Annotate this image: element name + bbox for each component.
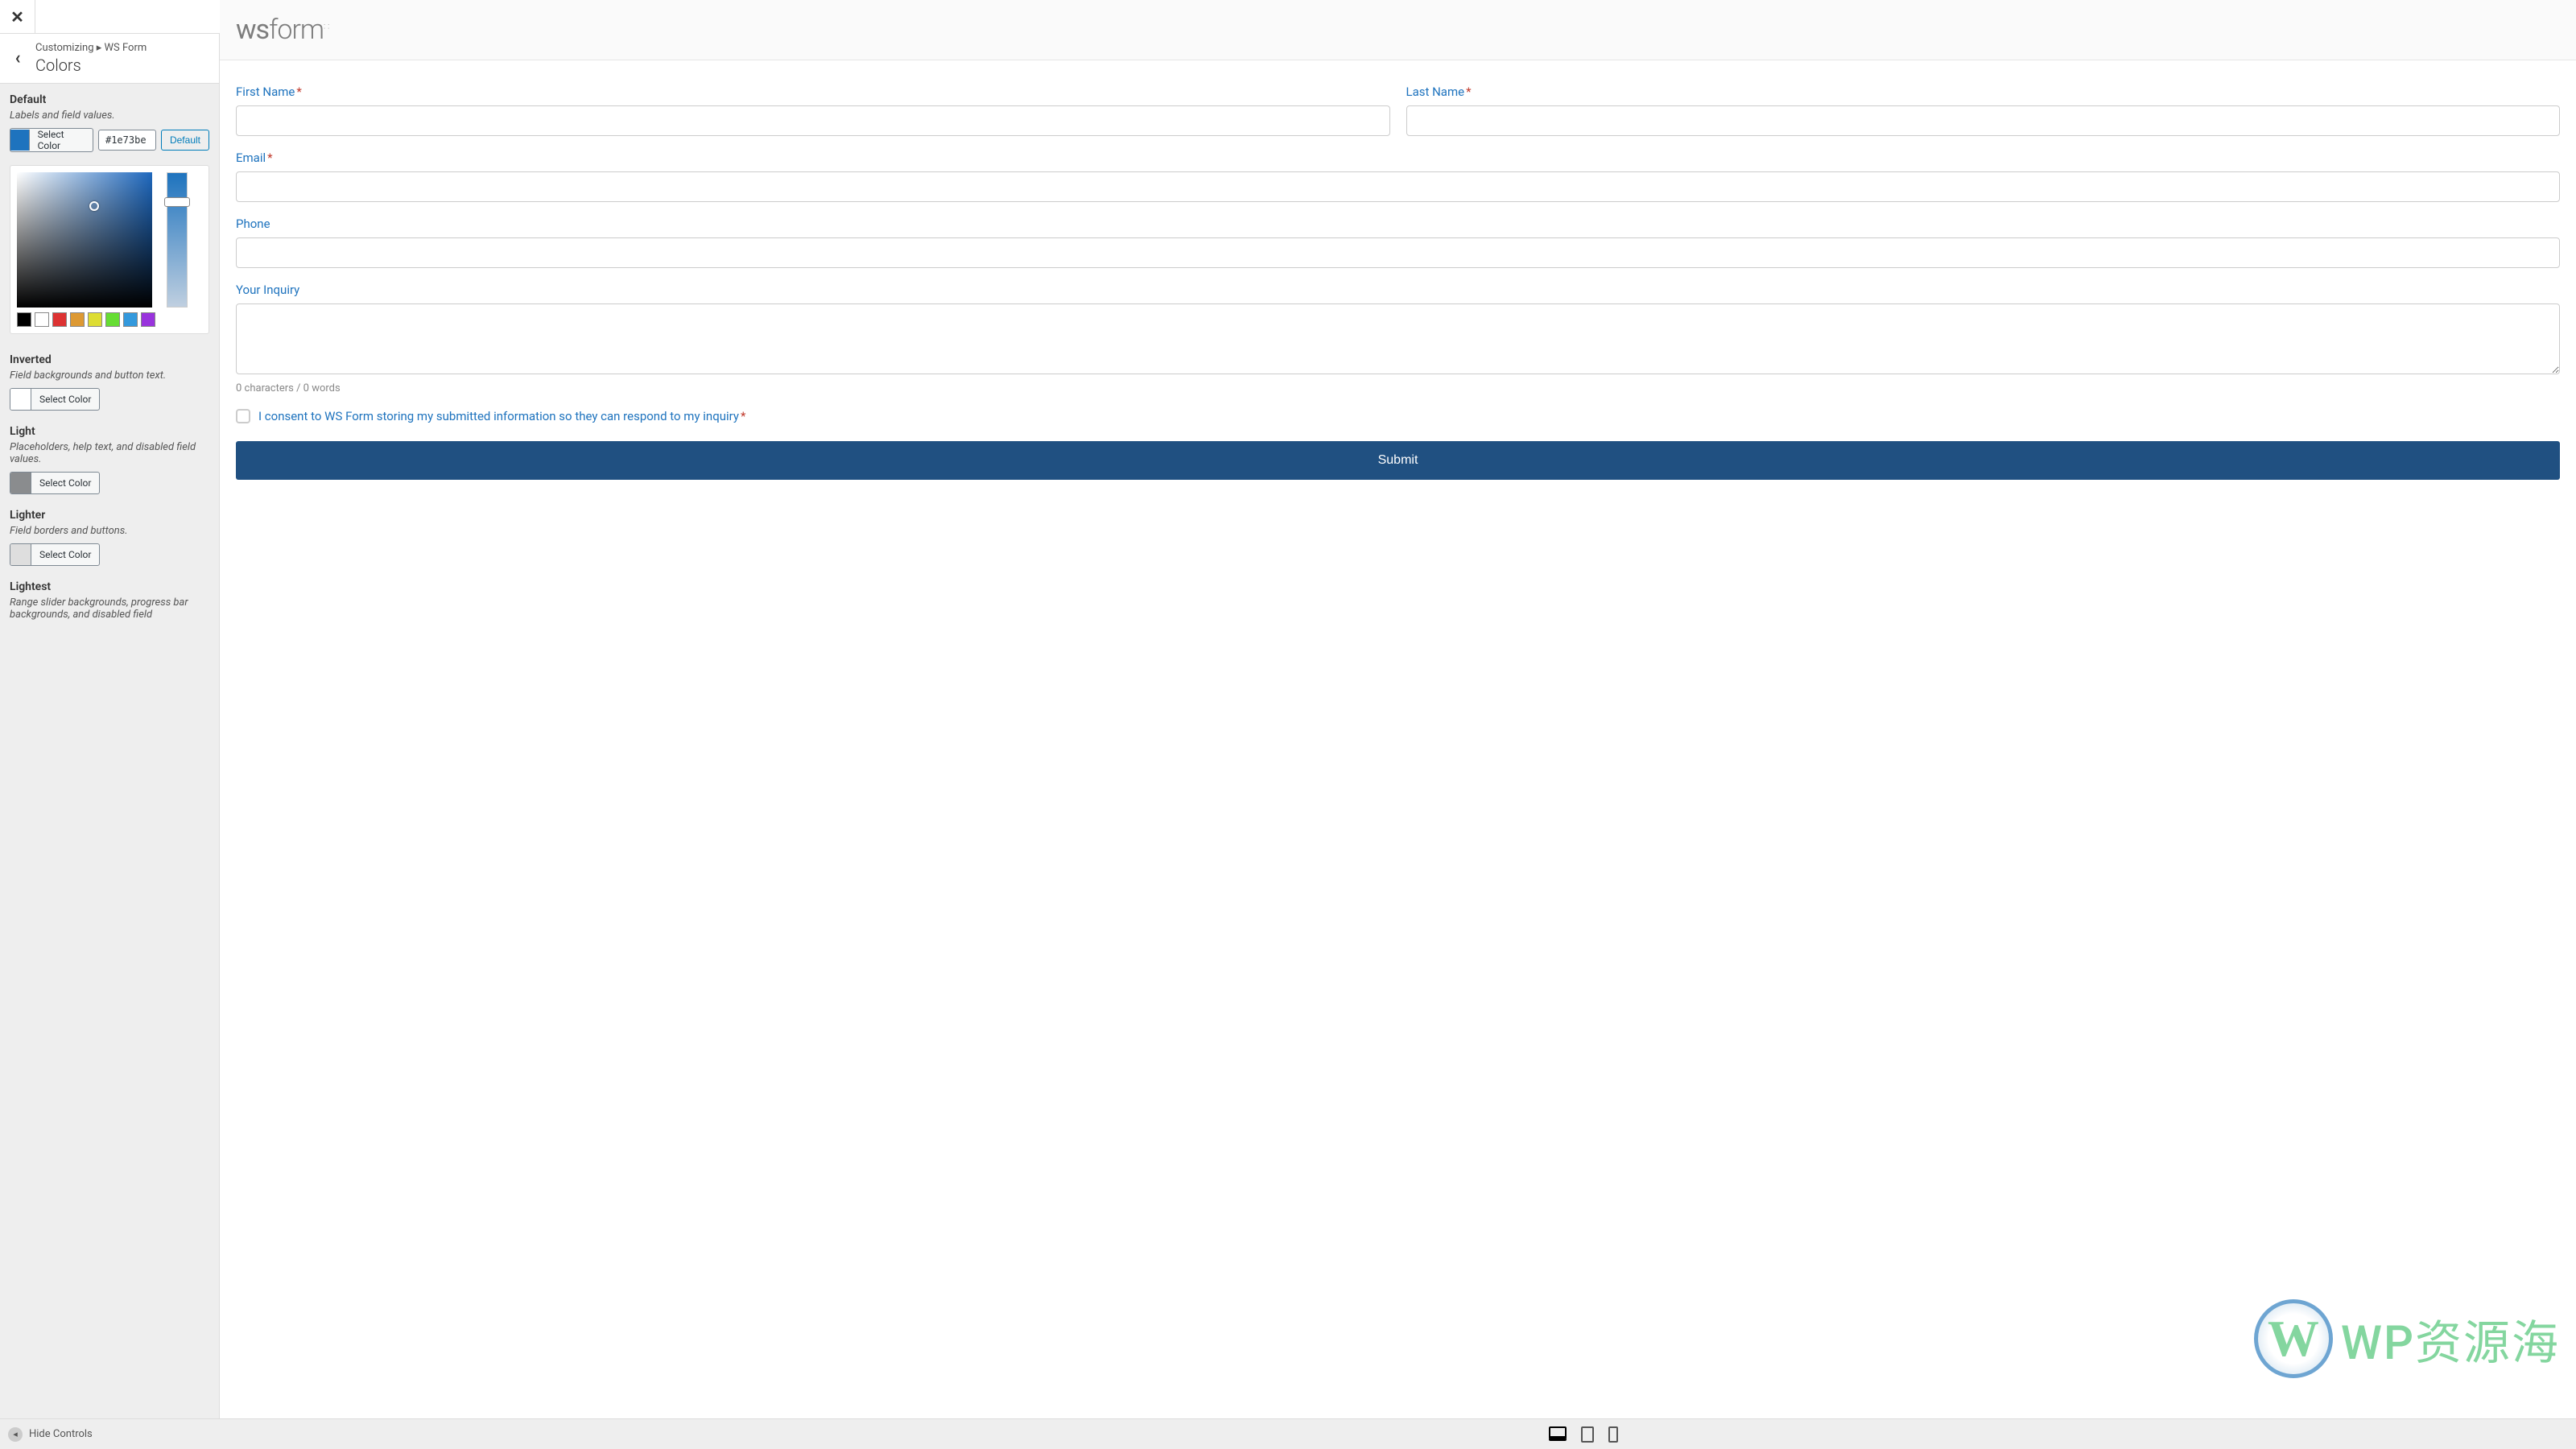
field-last-name: Last Name*	[1406, 85, 2561, 136]
bottom-bar: ◂ Hide Controls	[0, 1418, 2576, 1449]
label-first-name: First Name*	[236, 85, 1390, 99]
device-desktop-icon[interactable]	[1549, 1426, 1567, 1439]
chevron-left-icon: ‹	[15, 48, 21, 68]
label-inquiry: Your Inquiry	[236, 283, 2560, 297]
consent-checkbox[interactable]	[236, 409, 250, 423]
preset-swatches	[17, 312, 202, 327]
section-lightest: Lightest Range slider backgrounds, progr…	[0, 571, 219, 632]
preset-purple[interactable]	[141, 312, 155, 327]
hide-controls[interactable]: ◂ Hide Controls	[8, 1427, 93, 1442]
panel-title: Colors	[35, 56, 209, 75]
preset-yellow[interactable]	[88, 312, 102, 327]
preset-white[interactable]	[35, 312, 49, 327]
device-mobile-icon[interactable]	[1608, 1426, 1618, 1443]
form-body: First Name* Last Name* Email* Phone Your…	[220, 60, 2576, 504]
watermark-logo: W	[2254, 1299, 2333, 1378]
section-desc: Labels and field values.	[10, 109, 209, 122]
input-last-name[interactable]	[1406, 105, 2561, 136]
char-count: 0 characters / 0 words	[236, 382, 2560, 394]
back-button[interactable]: ‹	[0, 48, 35, 68]
input-email[interactable]	[236, 171, 2560, 202]
hue-strip[interactable]	[167, 172, 188, 308]
label-phone: Phone	[236, 217, 2560, 231]
sv-handle[interactable]	[89, 201, 99, 211]
panel-header: ‹ Customizing ▸ WS Form Colors	[0, 34, 219, 84]
swatch-lighter	[10, 544, 31, 565]
close-icon[interactable]: ✕	[10, 7, 24, 27]
color-picker	[10, 165, 209, 334]
input-first-name[interactable]	[236, 105, 1390, 136]
preset-green[interactable]	[105, 312, 120, 327]
preset-orange[interactable]	[70, 312, 85, 327]
section-lighter: Lighter Field borders and buttons. Selec…	[0, 499, 219, 571]
saturation-value-panel[interactable]	[17, 172, 152, 308]
reset-default-button[interactable]: Default	[161, 130, 209, 151]
close-cell: ✕	[0, 0, 35, 34]
customizer-sidebar: ‹ Customizing ▸ WS Form Colors Default L…	[0, 34, 220, 1418]
swatch-inverted	[10, 389, 31, 410]
label-last-name: Last Name*	[1406, 85, 2561, 99]
field-inquiry: Your Inquiry 0 characters / 0 words	[236, 283, 2560, 394]
field-phone: Phone	[236, 217, 2560, 268]
wsform-logo: wsform::	[236, 14, 332, 46]
select-color-inverted[interactable]: Select Color	[10, 388, 100, 411]
device-tablet-icon[interactable]	[1581, 1426, 1594, 1443]
breadcrumb: Customizing ▸ WS Form	[35, 42, 209, 54]
field-first-name: First Name*	[236, 85, 1390, 136]
swatch-default	[10, 130, 30, 151]
submit-button[interactable]: Submit	[236, 441, 2560, 480]
section-inverted: Inverted Field backgrounds and button te…	[0, 344, 219, 415]
swatch-light	[10, 473, 31, 493]
preview-header: wsform::	[220, 0, 2576, 60]
hex-input[interactable]	[98, 130, 156, 151]
preset-red[interactable]	[52, 312, 67, 327]
section-title: Default	[10, 93, 209, 106]
select-color-label: Select Color	[30, 129, 93, 151]
watermark: W WP资源海	[2254, 1299, 2560, 1378]
consent-label: I consent to WS Form storing my submitte…	[258, 409, 745, 423]
preset-black[interactable]	[17, 312, 31, 327]
select-color-light[interactable]: Select Color	[10, 472, 100, 494]
input-phone[interactable]	[236, 237, 2560, 268]
watermark-text: WP资源海	[2341, 1305, 2560, 1373]
textarea-inquiry[interactable]	[236, 303, 2560, 374]
preview-pane: wsform:: First Name* Last Name* Email* P…	[220, 0, 2576, 1418]
preset-blue[interactable]	[123, 312, 138, 327]
label-email: Email*	[236, 151, 2560, 165]
field-email: Email*	[236, 151, 2560, 202]
collapse-icon: ◂	[8, 1427, 23, 1442]
section-default: Default Labels and field values. Select …	[0, 84, 219, 157]
section-light: Light Placeholders, help text, and disab…	[0, 415, 219, 499]
device-switcher	[1549, 1426, 1618, 1443]
select-color-default[interactable]: Select Color	[10, 128, 93, 152]
consent-row: I consent to WS Form storing my submitte…	[236, 409, 2560, 423]
select-color-lighter[interactable]: Select Color	[10, 543, 100, 566]
hue-handle[interactable]	[164, 197, 190, 207]
